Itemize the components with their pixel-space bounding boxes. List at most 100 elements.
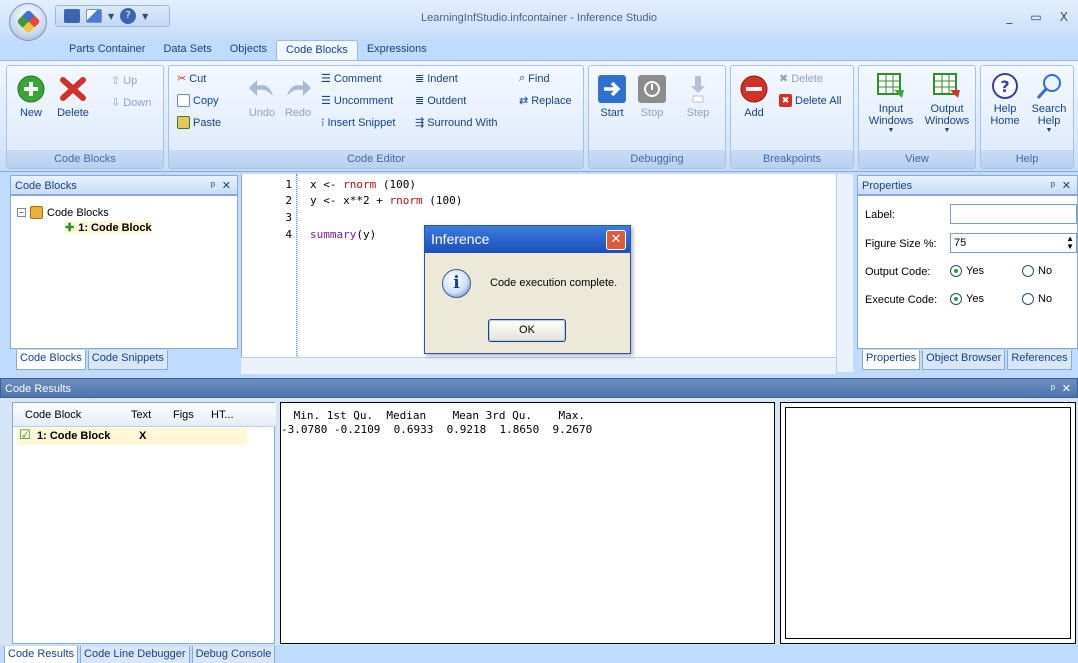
add-breakpoint-button[interactable]: Add [737, 74, 771, 119]
ok-button[interactable]: OK [488, 319, 566, 342]
chevron-down-icon[interactable]: ▼ [921, 127, 973, 134]
output-windows-button[interactable]: Output Windows ▼ [921, 72, 973, 134]
pin-icon[interactable]: ᵖ [211, 176, 215, 196]
step-button[interactable]: Step [681, 74, 715, 119]
chevron-down-icon[interactable]: ▼ [1027, 127, 1071, 134]
close-icon[interactable]: ✕ [1062, 176, 1071, 196]
output-code-no-radio[interactable]: No [1022, 265, 1052, 277]
delete-all-breakpoints-button[interactable]: ✖ Delete All [779, 94, 841, 107]
close-button[interactable]: X [1060, 10, 1068, 24]
label-input[interactable] [950, 204, 1077, 224]
figure-size-label: Figure Size %: [865, 238, 937, 250]
execute-code-no-radio[interactable]: No [1022, 293, 1052, 305]
close-icon[interactable]: ✕ [1062, 379, 1071, 399]
output-code-yes-radio[interactable]: Yes [950, 265, 984, 277]
execute-code-yes-radio[interactable]: Yes [950, 293, 984, 305]
move-up-button[interactable]: ⇧ Up [111, 74, 137, 88]
figure-output-pane [780, 402, 1076, 644]
tab-references[interactable]: References [1007, 350, 1072, 370]
output-code-label: Output Code: [865, 266, 931, 278]
properties-panel: Label: Figure Size %: 75 ▲ ▼ Output Code:… [857, 195, 1078, 349]
tab-code-line-debugger[interactable]: Code Line Debugger [80, 646, 190, 663]
indent-icon: ≣ [415, 73, 425, 85]
tab-properties[interactable]: Properties [862, 350, 921, 370]
insert-snippet-button[interactable]: ⁝ Insert Snippet [321, 116, 395, 130]
undo-button[interactable]: Undo [243, 74, 281, 119]
line-number: 3 [285, 211, 292, 224]
tab-code-results[interactable]: Code Results [4, 646, 79, 663]
column-html[interactable]: HT... [211, 409, 234, 421]
tree-root[interactable]: − Code Blocks [17, 206, 109, 219]
tab-parts-container[interactable]: Parts Container [60, 40, 154, 60]
arrow-up-icon: ⇧ [111, 75, 121, 87]
uncomment-button[interactable]: ☰ Uncomment [321, 94, 393, 108]
maximize-button[interactable]: ▭ [1030, 10, 1041, 24]
column-figs[interactable]: Figs [173, 409, 194, 421]
text-output-pane: Min. 1st Qu. Median Mean 3rd Qu. Max. -3… [280, 402, 775, 644]
column-text[interactable]: Text [131, 409, 151, 421]
table-row[interactable]: ☑ 1: Code Block X [17, 428, 247, 445]
help-home-button[interactable]: ? Help Home [985, 72, 1025, 127]
ribbon-group-view: Input Windows ▼ Output Windows ▼ View [858, 65, 976, 169]
search-help-button[interactable]: Search Help ▼ [1027, 72, 1071, 134]
line-number: 2 [285, 194, 292, 207]
tab-code-blocks[interactable]: Code Blocks [276, 40, 358, 60]
tab-objects[interactable]: Objects [221, 40, 276, 60]
editor-vertical-scrollbar[interactable] [836, 174, 853, 372]
replace-button[interactable]: ⇄ Replace [519, 94, 572, 108]
search-icon [1036, 74, 1061, 99]
dialog-close-button[interactable]: ✕ [606, 230, 626, 250]
tab-expressions[interactable]: Expressions [358, 40, 436, 60]
ribbon: New Delete ⇧ Up ⇩ Down Code Blocks ✂ Cut Co… [0, 60, 1078, 172]
new-code-block-button[interactable]: New [13, 74, 49, 119]
comment-button[interactable]: ☰ Comment [321, 72, 382, 86]
redo-button[interactable]: Redo [279, 74, 317, 119]
column-code-block[interactable]: Code Block [25, 409, 81, 421]
start-button[interactable]: Start [595, 74, 629, 119]
group-label: View [859, 150, 975, 168]
ribbon-group-code-editor: ✂ Cut Copy Paste Undo Redo ☰ Comment ☰ Unco… [168, 65, 584, 169]
pin-icon[interactable]: ᵖ [1051, 176, 1055, 196]
comment-icon: ☰ [321, 73, 331, 85]
tab-object-browser[interactable]: Object Browser [922, 350, 1006, 370]
editor-horizontal-scrollbar[interactable] [241, 357, 836, 374]
tab-debug-console[interactable]: Debug Console [191, 646, 276, 663]
paste-button[interactable]: Paste [177, 116, 221, 129]
cut-button[interactable]: ✂ Cut [177, 72, 206, 86]
surround-with-button[interactable]: ⇶ Surround With [415, 116, 498, 130]
pin-icon[interactable]: ᵖ [1051, 379, 1055, 399]
ribbon-group-code-blocks: New Delete ⇧ Up ⇩ Down Code Blocks [6, 65, 164, 169]
info-icon: i [442, 269, 471, 298]
tree-item-code-block[interactable]: ✚ 1: Code Block [65, 221, 152, 234]
results-bottom-tabs: Code Results Code Line Debugger Debug Co… [4, 646, 276, 663]
tab-data-sets[interactable]: Data Sets [154, 40, 220, 60]
uncomment-icon: ☰ [321, 95, 331, 107]
indent-button[interactable]: ≣ Indent [415, 72, 458, 86]
find-button[interactable]: ⌕ Find [519, 72, 550, 85]
radio-selected-icon [950, 293, 962, 305]
tab-code-snippets[interactable]: Code Snippets [87, 350, 168, 370]
stop-button[interactable]: Stop [635, 74, 669, 119]
minimize-button[interactable]: _ [1006, 10, 1012, 24]
close-icon[interactable]: ✕ [222, 176, 231, 196]
delete-code-block-button[interactable]: Delete [53, 74, 93, 119]
spinner-icon[interactable]: ▲ ▼ [1066, 235, 1074, 251]
dialog-title: Inference [425, 226, 630, 253]
outdent-button[interactable]: ≣ Outdent [415, 94, 466, 108]
collapse-icon[interactable]: − [17, 208, 26, 217]
chevron-down-icon[interactable]: ▼ [865, 127, 917, 134]
code-blocks-panel-header: Code Blocks ᵖ ✕ [10, 175, 238, 195]
play-arrow-icon [598, 75, 626, 103]
code-line-4: summary(y) [310, 228, 377, 241]
move-down-button[interactable]: ⇩ Down [111, 96, 151, 110]
line-number: 4 [285, 228, 292, 241]
delete-breakpoint-button[interactable]: ✖ Delete [779, 72, 823, 86]
tab-code-blocks-panel[interactable]: Code Blocks [16, 350, 86, 370]
group-label: Breakpoints [731, 150, 853, 168]
ribbon-group-help: ? Help Home Search Help ▼ Help [980, 65, 1074, 169]
input-windows-button[interactable]: Input Windows ▼ [865, 72, 917, 134]
copy-button[interactable]: Copy [177, 94, 219, 107]
svg-text:?: ? [1000, 77, 1009, 96]
execute-code-label: Execute Code: [865, 294, 938, 306]
figure-size-input[interactable]: 75 ▲ ▼ [950, 233, 1077, 253]
